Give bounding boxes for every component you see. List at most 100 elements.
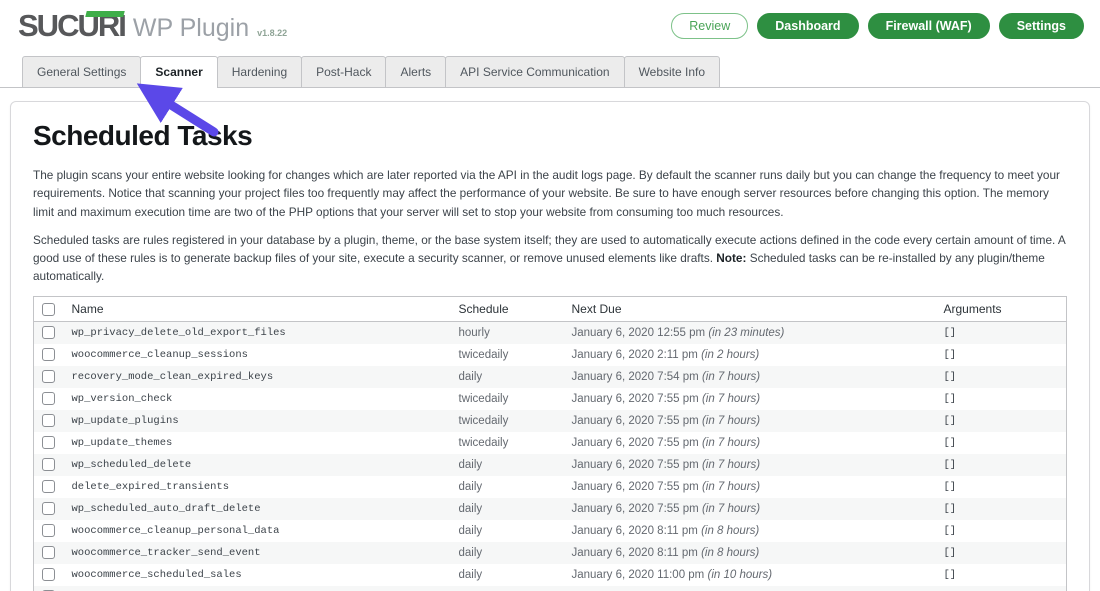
header-buttons: Review Dashboard Firewall (WAF) Settings — [671, 13, 1084, 39]
select-all-checkbox[interactable] — [42, 303, 55, 316]
task-name: delete_expired_transients — [72, 481, 230, 493]
table-row: delete_expired_transients daily January … — [34, 476, 1067, 498]
row-checkbox[interactable] — [42, 480, 55, 493]
task-next-due: January 6, 2020 7:55 pm (in 7 hours) — [564, 388, 936, 410]
task-arguments: [] — [944, 547, 957, 559]
sucuri-logo: SUCURI WP Plugin v1.8.22 — [18, 10, 287, 43]
task-name: wp_scheduled_delete — [72, 459, 192, 471]
task-schedule: hourly — [451, 322, 564, 344]
task-schedule: twicedaily — [451, 432, 564, 454]
select-all-cell — [34, 296, 64, 321]
tab-api-service-communication[interactable]: API Service Communication — [445, 56, 624, 88]
task-arguments: [] — [944, 393, 957, 405]
row-checkbox-cell — [34, 542, 64, 564]
task-arguments: [] — [944, 481, 957, 493]
tab-hardening[interactable]: Hardening — [217, 56, 302, 88]
task-next-due: January 6, 2020 11:00 pm (in 10 hours) — [564, 564, 936, 586]
tab-website-info[interactable]: Website Info — [624, 56, 720, 88]
note-label: Note: — [716, 251, 746, 265]
app-header: SUCURI WP Plugin v1.8.22 Review Dashboard… — [0, 0, 1100, 56]
firewall-waf-button[interactable]: Firewall (WAF) — [868, 13, 990, 39]
task-schedule: daily — [451, 542, 564, 564]
task-next-due: January 6, 2020 8:11 pm (in 8 hours) — [564, 542, 936, 564]
row-checkbox-cell — [34, 564, 64, 586]
row-checkbox-cell — [34, 476, 64, 498]
row-checkbox-cell — [34, 410, 64, 432]
review-button[interactable]: Review — [671, 13, 748, 39]
task-next-due: January 6, 2020 8:11 pm (in 8 hours) — [564, 520, 936, 542]
row-checkbox[interactable] — [42, 458, 55, 471]
column-header-next-due: Next Due — [564, 296, 936, 321]
content-area: Scheduled Tasks The plugin scans your en… — [0, 88, 1100, 591]
row-checkbox[interactable] — [42, 392, 55, 405]
row-checkbox-cell — [34, 366, 64, 388]
task-name: recovery_mode_clean_expired_keys — [72, 371, 274, 383]
task-arguments: [] — [944, 349, 957, 361]
row-checkbox[interactable] — [42, 436, 55, 449]
table-row: woocommerce_cleanup_personal_data daily … — [34, 520, 1067, 542]
task-arguments: [] — [944, 503, 957, 515]
row-checkbox[interactable] — [42, 370, 55, 383]
table-row: recovery_mode_clean_expired_keys daily J… — [34, 366, 1067, 388]
task-name: woocommerce_cleanup_personal_data — [72, 525, 280, 537]
task-next-due: January 6, 2020 12:55 pm (in 23 minutes) — [564, 322, 936, 344]
task-name: wp_privacy_delete_old_export_files — [72, 327, 286, 339]
tab-scanner[interactable]: Scanner — [140, 56, 217, 88]
row-checkbox-cell — [34, 498, 64, 520]
row-checkbox-cell — [34, 432, 64, 454]
nav-tabbar: General SettingsScannerHardeningPost-Hac… — [0, 56, 1100, 88]
tab-alerts[interactable]: Alerts — [385, 56, 446, 88]
table-row: wp_update_plugins twicedaily January 6, … — [34, 410, 1067, 432]
settings-button[interactable]: Settings — [999, 13, 1084, 39]
row-checkbox-cell — [34, 520, 64, 542]
row-checkbox[interactable] — [42, 546, 55, 559]
row-checkbox[interactable] — [42, 414, 55, 427]
row-checkbox-cell — [34, 388, 64, 410]
task-arguments: [] — [944, 569, 957, 581]
table-row: wp_update_themes twicedaily January 6, 2… — [34, 432, 1067, 454]
task-schedule: daily — [451, 498, 564, 520]
task-arguments: [] — [944, 525, 957, 537]
task-next-due: January 6, 2020 7:55 pm (in 7 hours) — [564, 410, 936, 432]
row-checkbox[interactable] — [42, 568, 55, 581]
table-row: wp_scheduled_auto_draft_delete daily Jan… — [34, 498, 1067, 520]
description-paragraph-2: Scheduled tasks are rules registered in … — [33, 231, 1067, 286]
column-header-name: Name — [64, 296, 451, 321]
tab-post-hack[interactable]: Post-Hack — [301, 56, 386, 88]
task-name: wp_update_themes — [72, 437, 173, 449]
task-next-due: January 6, 2020 7:55 pm (in 7 hours) — [564, 476, 936, 498]
row-checkbox[interactable] — [42, 502, 55, 515]
task-arguments: [] — [944, 437, 957, 449]
row-checkbox[interactable] — [42, 524, 55, 537]
table-row: woocommerce_scheduled_sales daily Januar… — [34, 564, 1067, 586]
task-schedule: daily — [451, 476, 564, 498]
row-checkbox[interactable] — [42, 348, 55, 361]
table-row: wp_scheduled_delete daily January 6, 202… — [34, 454, 1067, 476]
table-row: woocommerce_cleanup_sessions twicedaily … — [34, 344, 1067, 366]
table-row: woocommerce_tracker_send_event daily Jan… — [34, 542, 1067, 564]
row-checkbox-cell — [34, 454, 64, 476]
task-schedule: twicedaily — [451, 410, 564, 432]
task-schedule: twicedaily — [451, 388, 564, 410]
task-schedule: daily — [451, 366, 564, 388]
task-name: wp_update_plugins — [72, 415, 179, 427]
scheduled-tasks-table: Name Schedule Next Due Arguments wp_priv… — [33, 296, 1067, 591]
table-row: wp_version_check twicedaily January 6, 2… — [34, 388, 1067, 410]
task-next-due: January 6, 2020 2:11 pm (in 2 hours) — [564, 344, 936, 366]
table-row: woocommerce_cleanup_logs daily January 6… — [34, 586, 1067, 591]
tasks-tbody: wp_privacy_delete_old_export_files hourl… — [34, 322, 1067, 591]
task-name: woocommerce_cleanup_sessions — [72, 349, 248, 361]
task-next-due: January 6, 2020 11:11 pm (in 11 hours) — [564, 586, 936, 591]
product-name: WP Plugin — [133, 14, 249, 43]
task-name: woocommerce_scheduled_sales — [72, 569, 242, 581]
dashboard-button[interactable]: Dashboard — [757, 13, 858, 39]
task-arguments: [] — [944, 415, 957, 427]
task-arguments: [] — [944, 327, 957, 339]
row-checkbox-cell — [34, 586, 64, 591]
task-name: wp_scheduled_auto_draft_delete — [72, 503, 261, 515]
task-schedule: daily — [451, 520, 564, 542]
tab-general-settings[interactable]: General Settings — [22, 56, 141, 88]
column-header-schedule: Schedule — [451, 296, 564, 321]
row-checkbox-cell — [34, 344, 64, 366]
row-checkbox[interactable] — [42, 326, 55, 339]
